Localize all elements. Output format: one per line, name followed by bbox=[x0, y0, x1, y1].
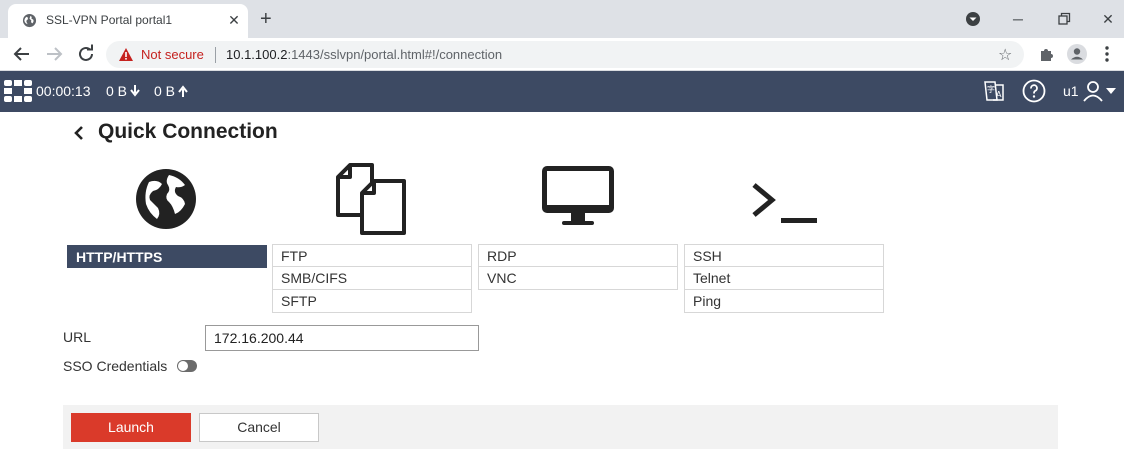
fortinet-logo-icon bbox=[4, 80, 32, 102]
arrow-down-icon bbox=[130, 85, 140, 97]
file-protocol-list: FTP SMB/CIFS SFTP bbox=[272, 244, 472, 313]
url-input[interactable]: 172.16.200.44 bbox=[205, 325, 479, 351]
protocol-telnet[interactable]: Telnet bbox=[684, 267, 884, 290]
user-account-icon[interactable] bbox=[1082, 79, 1106, 103]
monitor-icon[interactable] bbox=[542, 166, 614, 226]
browser-tab-strip: SSL-VPN Portal portal1 ✕ + ─ ✕ bbox=[0, 0, 1124, 38]
language-translate-icon[interactable]: 字 A bbox=[982, 79, 1006, 103]
chevron-down-icon[interactable] bbox=[1106, 88, 1116, 94]
bytes-sent: 0 B bbox=[154, 83, 176, 99]
forward-arrow-icon[interactable] bbox=[42, 42, 66, 66]
tab-search-dropdown-icon[interactable] bbox=[963, 9, 983, 29]
bookmark-star-icon[interactable]: ☆ bbox=[998, 45, 1012, 65]
username-label[interactable]: u1 bbox=[1063, 83, 1079, 99]
profile-avatar-icon[interactable] bbox=[1066, 43, 1088, 65]
globe-icon[interactable] bbox=[135, 168, 197, 230]
copy-documents-icon[interactable] bbox=[336, 163, 408, 235]
browser-toolbar: Not secure 10.1.100.2:1443/sslvpn/portal… bbox=[0, 38, 1124, 71]
restore-icon[interactable] bbox=[1054, 9, 1074, 29]
protocol-sftp[interactable]: SFTP bbox=[272, 290, 472, 313]
protocol-ftp[interactable]: FTP bbox=[272, 244, 472, 267]
terminal-protocol-list: SSH Telnet Ping bbox=[684, 244, 884, 313]
url-label: URL bbox=[63, 329, 92, 345]
arrow-up-icon bbox=[178, 85, 188, 97]
close-window-icon[interactable]: ✕ bbox=[1098, 9, 1118, 29]
action-footer: Launch Cancel bbox=[63, 405, 1058, 449]
svg-text:A: A bbox=[996, 90, 1002, 99]
sso-credentials-toggle[interactable] bbox=[177, 360, 197, 372]
terminal-prompt-icon[interactable] bbox=[751, 180, 819, 226]
protocol-smb-cifs[interactable]: SMB/CIFS bbox=[272, 267, 472, 290]
tab-close-icon[interactable]: ✕ bbox=[226, 12, 242, 28]
desktop-protocol-list: RDP VNC bbox=[478, 244, 678, 290]
not-secure-label[interactable]: Not secure bbox=[141, 47, 204, 62]
launch-button[interactable]: Launch bbox=[71, 413, 191, 442]
session-time: 00:00:13 bbox=[36, 83, 91, 99]
page-title: Quick Connection bbox=[98, 120, 278, 143]
minimize-icon[interactable]: ─ bbox=[1008, 9, 1028, 29]
reload-icon[interactable] bbox=[74, 42, 98, 66]
address-bar[interactable]: Not secure 10.1.100.2:1443/sslvpn/portal… bbox=[106, 41, 1024, 68]
sso-credentials-label: SSO Credentials bbox=[63, 358, 168, 374]
protocol-vnc[interactable]: VNC bbox=[478, 267, 678, 290]
url-host: 10.1.100.2 bbox=[226, 47, 288, 62]
globe-icon bbox=[22, 13, 37, 28]
browser-menu-icon[interactable] bbox=[1096, 43, 1118, 65]
back-arrow-icon[interactable] bbox=[10, 42, 34, 66]
help-question-icon[interactable] bbox=[1022, 79, 1046, 103]
extensions-puzzle-icon[interactable] bbox=[1036, 43, 1058, 65]
back-chevron-icon[interactable] bbox=[72, 126, 86, 140]
protocol-ssh[interactable]: SSH bbox=[684, 244, 884, 267]
portal-header-bar: 00:00:13 0 B 0 B 字 A u1 bbox=[0, 71, 1124, 112]
svg-text:字: 字 bbox=[987, 84, 995, 94]
new-tab-plus-icon[interactable]: + bbox=[260, 9, 272, 29]
warning-triangle-icon bbox=[119, 48, 133, 61]
web-protocol-list: HTTP/HTTPS bbox=[67, 245, 267, 268]
bytes-received: 0 B bbox=[106, 83, 128, 99]
browser-tab[interactable]: SSL-VPN Portal portal1 ✕ bbox=[8, 4, 248, 38]
protocol-rdp[interactable]: RDP bbox=[478, 244, 678, 267]
protocol-http-https[interactable]: HTTP/HTTPS bbox=[67, 245, 267, 268]
url-path: :1443/sslvpn/portal.html#!/connection bbox=[287, 47, 503, 62]
url-text[interactable]: 10.1.100.2:1443/sslvpn/portal.html#!/con… bbox=[226, 47, 502, 62]
tab-title: SSL-VPN Portal portal1 bbox=[46, 13, 173, 27]
cancel-button[interactable]: Cancel bbox=[199, 413, 319, 442]
protocol-ping[interactable]: Ping bbox=[684, 290, 884, 313]
omnibox-divider bbox=[215, 47, 216, 63]
